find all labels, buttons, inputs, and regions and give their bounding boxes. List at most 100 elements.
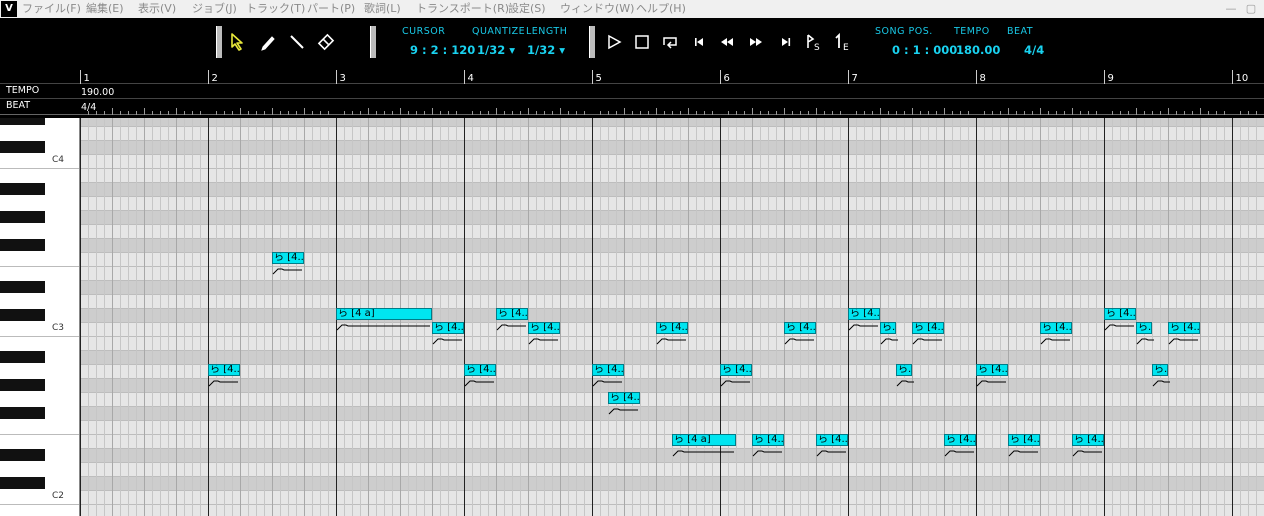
black-key[interactable] [0, 118, 45, 125]
note-block[interactable]: ら [4... [432, 322, 464, 334]
toolbar-grip[interactable] [589, 26, 595, 58]
minimize-button[interactable]: — [1222, 1, 1240, 16]
pitch-envelope[interactable] [464, 378, 496, 388]
pitch-envelope[interactable] [496, 322, 528, 332]
note-block[interactable]: ら [4... [496, 308, 528, 320]
note-block[interactable]: ら... [896, 364, 912, 376]
pitch-envelope[interactable] [896, 378, 916, 388]
piano-keyboard[interactable]: C4 C3 C2 [0, 118, 80, 516]
note-block[interactable]: ら [4... [1072, 434, 1104, 446]
pitch-envelope[interactable] [272, 266, 304, 276]
menu-transport[interactable]: トランスポート(R) [416, 2, 509, 16]
note-block[interactable]: ら [4... [608, 392, 640, 404]
pitch-envelope[interactable] [944, 448, 976, 458]
stop-icon[interactable] [631, 31, 653, 53]
note-block[interactable]: ら [4... [528, 322, 560, 334]
length-dropdown[interactable]: 1/32 ▾ [527, 43, 565, 57]
note-block[interactable]: ら [4... [1168, 322, 1200, 334]
pitch-envelope[interactable] [1152, 378, 1172, 388]
eraser-icon[interactable] [315, 31, 337, 53]
note-block[interactable]: ら [4... [464, 364, 496, 376]
note-block[interactable]: ら [4 a] [336, 308, 432, 320]
note-block[interactable]: ら [4... [944, 434, 976, 446]
note-block[interactable]: ら [4... [656, 322, 688, 334]
arrow-icon[interactable] [228, 31, 250, 53]
ruler[interactable]: 1 2 3 4 5 6 7 8 9 10 [0, 68, 1264, 118]
menu-help[interactable]: ヘルプ(H) [636, 2, 686, 16]
black-key[interactable] [0, 379, 45, 391]
black-key[interactable] [0, 449, 45, 461]
pitch-envelope[interactable] [720, 378, 752, 388]
black-key[interactable] [0, 281, 45, 293]
play-icon[interactable] [603, 31, 625, 53]
note-block[interactable]: ら [4... [592, 364, 624, 376]
end-icon[interactable] [775, 31, 797, 53]
menu-part[interactable]: パート(P) [307, 2, 355, 16]
note-block[interactable]: ら [4... [976, 364, 1008, 376]
menu-track[interactable]: トラック(T) [246, 2, 305, 16]
note-block[interactable]: ら [4... [1040, 322, 1072, 334]
pitch-envelope[interactable] [784, 336, 816, 346]
line-icon[interactable] [286, 31, 308, 53]
note-block[interactable]: ら [4... [752, 434, 784, 446]
pitch-envelope[interactable] [1040, 336, 1072, 346]
note-block[interactable]: ら... [880, 322, 896, 334]
pitch-envelope[interactable] [672, 448, 736, 458]
black-key[interactable] [0, 407, 45, 419]
pitch-envelope[interactable] [432, 336, 464, 346]
pencil-icon[interactable] [257, 31, 279, 53]
maximize-button[interactable]: ▢ [1242, 1, 1260, 16]
menu-window[interactable]: ウィンドウ(W) [560, 2, 634, 16]
rewind-icon[interactable] [716, 31, 738, 53]
pitch-envelope[interactable] [608, 406, 640, 416]
pitch-envelope[interactable] [880, 336, 900, 346]
menu-lyrics[interactable]: 歌詞(L) [364, 2, 401, 16]
pitch-envelope[interactable] [1008, 448, 1040, 458]
piano-roll-grid[interactable]: ら [4... ら [4 a] ら [4... ら [4... ら [4... ら [4.… [80, 118, 1264, 516]
note-block[interactable]: ら [4... [272, 252, 304, 264]
pitch-envelope[interactable] [816, 448, 848, 458]
note-block[interactable]: ら... [1152, 364, 1168, 376]
black-key[interactable] [0, 309, 45, 321]
note-block[interactable]: ら [4... [784, 322, 816, 334]
pitch-envelope[interactable] [1168, 336, 1200, 346]
pitch-envelope[interactable] [1104, 322, 1136, 332]
menu-edit[interactable]: 編集(E) [86, 2, 124, 16]
pitch-envelope[interactable] [592, 378, 624, 388]
note-block[interactable]: ら [4... [208, 364, 240, 376]
black-key[interactable] [0, 477, 45, 489]
menu-job[interactable]: ジョブ(J) [192, 2, 237, 16]
black-key[interactable] [0, 141, 45, 153]
toolbar-grip[interactable] [370, 26, 376, 58]
black-key[interactable] [0, 351, 45, 363]
black-key[interactable] [0, 183, 45, 195]
note-block[interactable]: ら [4... [1104, 308, 1136, 320]
toolbar-grip[interactable] [216, 26, 222, 58]
pitch-envelope[interactable] [912, 336, 944, 346]
note-block[interactable]: ら [4... [912, 322, 944, 334]
menu-settings[interactable]: 設定(S) [508, 2, 546, 16]
quantize-dropdown[interactable]: 1/32 ▾ [477, 43, 515, 57]
pitch-envelope[interactable] [1072, 448, 1104, 458]
note-block[interactable]: ら [4... [720, 364, 752, 376]
pitch-envelope[interactable] [336, 322, 432, 332]
note-block[interactable]: ら [4... [1008, 434, 1040, 446]
pitch-envelope[interactable] [656, 336, 688, 346]
start-marker-icon[interactable]: S [803, 31, 825, 53]
note-block[interactable]: ら [4 a] [672, 434, 736, 446]
pitch-envelope[interactable] [528, 336, 560, 346]
end-marker-icon[interactable]: E [832, 31, 854, 53]
pitch-envelope[interactable] [848, 322, 880, 332]
pitch-envelope[interactable] [752, 448, 784, 458]
note-block[interactable]: ら [4... [848, 308, 880, 320]
note-block[interactable]: ら [4... [816, 434, 848, 446]
pitch-envelope[interactable] [1136, 336, 1156, 346]
menu-view[interactable]: 表示(V) [138, 2, 176, 16]
fast-forward-icon[interactable] [745, 31, 767, 53]
pitch-envelope[interactable] [976, 378, 1008, 388]
black-key[interactable] [0, 239, 45, 251]
menu-file[interactable]: ファイル(F) [22, 2, 81, 16]
black-key[interactable] [0, 211, 45, 223]
note-block[interactable]: ら... [1136, 322, 1152, 334]
pitch-envelope[interactable] [208, 378, 240, 388]
